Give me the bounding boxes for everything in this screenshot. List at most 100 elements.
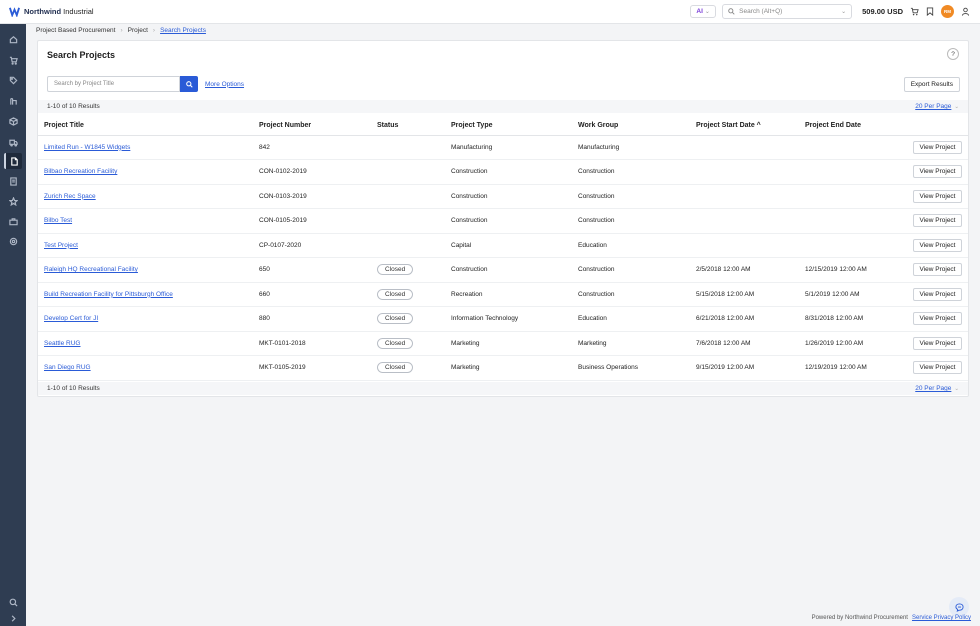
view-project-button[interactable]: View Project bbox=[913, 336, 962, 350]
view-project-button[interactable]: View Project bbox=[913, 238, 962, 252]
cell-project-type: Construction bbox=[445, 159, 572, 185]
cell-project-title: San Diego RUG bbox=[38, 355, 253, 381]
home-icon[interactable] bbox=[4, 31, 22, 47]
cell-status: Closed bbox=[371, 306, 445, 332]
per-page-select[interactable]: 20 Per Page ⌄ bbox=[915, 103, 959, 110]
status-badge: Closed bbox=[377, 264, 414, 276]
column-header-sorted[interactable]: Project Start Date ^ bbox=[690, 117, 799, 136]
status-badge: Closed bbox=[377, 313, 414, 325]
project-title-link[interactable]: Raleigh HQ Recreational Facility bbox=[44, 266, 138, 273]
cell-work-group: Marketing bbox=[572, 331, 690, 356]
table-row: Build Recreation Facility for Pittsburgh… bbox=[38, 282, 968, 307]
search-projects-panel: Search Projects ? Search by Project Titl… bbox=[37, 40, 969, 397]
global-search-input[interactable]: Search (Alt+Q) ⌄ bbox=[722, 4, 853, 19]
project-title-link[interactable]: Bilbo Test bbox=[44, 217, 72, 224]
view-project-button[interactable]: View Project bbox=[913, 287, 962, 301]
ai-assistant-button[interactable]: AI ⌄ bbox=[690, 5, 717, 18]
cell-project-number: CP-0107-2020 bbox=[253, 233, 371, 258]
cell-project-type: Manufacturing bbox=[445, 135, 572, 160]
cell-end-date: 5/1/2019 12:00 AM bbox=[799, 282, 904, 307]
project-title-link[interactable]: Develop Cert for JI bbox=[44, 315, 98, 322]
privacy-policy-link[interactable]: Service Privacy Policy bbox=[912, 615, 971, 621]
invoice-icon[interactable] bbox=[4, 173, 22, 189]
project-title-link[interactable]: Test Project bbox=[44, 242, 78, 249]
cell-project-title: Bilbo Test bbox=[38, 208, 253, 234]
project-title-link[interactable]: San Diego RUG bbox=[44, 364, 91, 371]
contracts-icon[interactable] bbox=[4, 93, 22, 109]
view-project-button[interactable]: View Project bbox=[913, 263, 962, 277]
per-page-select[interactable]: 20 Per Page ⌄ bbox=[915, 385, 959, 392]
user-icon[interactable] bbox=[960, 7, 970, 17]
chat-button[interactable] bbox=[949, 597, 969, 617]
star-icon[interactable] bbox=[4, 193, 22, 209]
column-header[interactable]: Project End Date bbox=[799, 117, 904, 136]
column-header[interactable]: Status bbox=[371, 117, 445, 136]
more-options-link[interactable]: More Options bbox=[205, 81, 244, 88]
avatar[interactable]: RM bbox=[941, 5, 954, 18]
cart-icon[interactable] bbox=[909, 7, 919, 17]
truck-icon[interactable] bbox=[4, 134, 22, 150]
cell-start-date: 7/6/2018 12:00 AM bbox=[690, 331, 799, 356]
chevron-down-icon: ⌄ bbox=[954, 385, 959, 392]
help-icon[interactable]: ? bbox=[947, 48, 959, 60]
view-project-button[interactable]: View Project bbox=[913, 361, 962, 375]
project-title-link[interactable]: Build Recreation Facility for Pittsburgh… bbox=[44, 291, 173, 298]
cell-end-date bbox=[799, 233, 904, 258]
project-title-link[interactable]: Seattle RUG bbox=[44, 340, 81, 347]
cell-actions: View Project bbox=[904, 306, 968, 332]
cell-actions: View Project bbox=[904, 355, 968, 381]
cell-end-date: 8/31/2018 12:00 AM bbox=[799, 306, 904, 332]
breadcrumb-separator: › bbox=[120, 27, 123, 34]
view-project-button[interactable]: View Project bbox=[913, 214, 962, 228]
table-row: Develop Cert for JI 880 Closed Information … bbox=[38, 306, 968, 332]
export-results-button[interactable]: Export Results bbox=[903, 77, 960, 92]
table-row: Bilbao Recreation Facility CON-0102-2019 C… bbox=[38, 159, 968, 185]
search-button[interactable] bbox=[180, 76, 198, 92]
bookmark-icon[interactable] bbox=[925, 7, 935, 17]
expand-icon[interactable] bbox=[4, 610, 22, 626]
project-title-link[interactable]: Bilbao Recreation Facility bbox=[44, 168, 117, 175]
box-icon[interactable] bbox=[4, 113, 22, 129]
cell-status: Closed bbox=[371, 257, 445, 283]
cart-balance: 509.00 USD bbox=[862, 7, 903, 16]
breadcrumb-current[interactable]: Search Projects bbox=[160, 27, 206, 34]
tag-icon[interactable] bbox=[4, 72, 22, 88]
cell-project-type: Construction bbox=[445, 184, 572, 209]
cell-project-number: MKT-0105-2019 bbox=[253, 355, 371, 381]
project-title-search-input[interactable]: Search by Project Title bbox=[47, 76, 180, 92]
cell-actions: View Project bbox=[904, 159, 968, 185]
cell-status bbox=[371, 159, 445, 185]
table-row: Test Project CP-0107-2020 Capital Education… bbox=[38, 233, 968, 258]
cell-actions: View Project bbox=[904, 208, 968, 234]
column-header[interactable]: Project Number bbox=[253, 117, 371, 136]
cell-project-title: Build Recreation Facility for Pittsburgh… bbox=[38, 282, 253, 307]
cell-actions: View Project bbox=[904, 233, 968, 258]
chevron-down-icon: ⌄ bbox=[704, 9, 710, 15]
cell-start-date: 9/15/2019 12:00 AM bbox=[690, 355, 799, 381]
breadcrumb-item[interactable]: Project Based Procurement bbox=[36, 27, 115, 34]
cell-start-date: 6/21/2018 12:00 AM bbox=[690, 306, 799, 332]
view-project-button[interactable]: View Project bbox=[913, 189, 962, 203]
view-project-button[interactable]: View Project bbox=[913, 312, 962, 326]
cell-start-date: 2/5/2018 12:00 AM bbox=[690, 257, 799, 283]
page-title: Search Projects bbox=[47, 50, 116, 60]
cell-start-date bbox=[690, 208, 799, 234]
project-title-link[interactable]: Limited Run - W1845 Widgets bbox=[44, 144, 130, 151]
search-icon[interactable] bbox=[4, 594, 22, 610]
cell-work-group: Construction bbox=[572, 257, 690, 283]
column-header[interactable]: Project Title bbox=[38, 117, 253, 136]
logo[interactable]: Northwind Industrial bbox=[0, 6, 94, 17]
column-header[interactable]: Project Type bbox=[445, 117, 572, 136]
briefcase-icon[interactable] bbox=[4, 213, 22, 229]
cell-end-date bbox=[799, 184, 904, 209]
settings-icon[interactable] bbox=[4, 233, 22, 249]
view-project-button[interactable]: View Project bbox=[913, 165, 962, 179]
document-icon[interactable] bbox=[4, 153, 22, 169]
project-title-link[interactable]: Zurich Rec Space bbox=[44, 193, 96, 200]
breadcrumb-item[interactable]: Project bbox=[128, 27, 148, 34]
logo-icon bbox=[9, 7, 20, 17]
column-header[interactable]: Work Group bbox=[572, 117, 690, 136]
view-project-button[interactable]: View Project bbox=[913, 140, 962, 154]
cell-status bbox=[371, 135, 445, 160]
cart-icon[interactable] bbox=[4, 52, 22, 68]
